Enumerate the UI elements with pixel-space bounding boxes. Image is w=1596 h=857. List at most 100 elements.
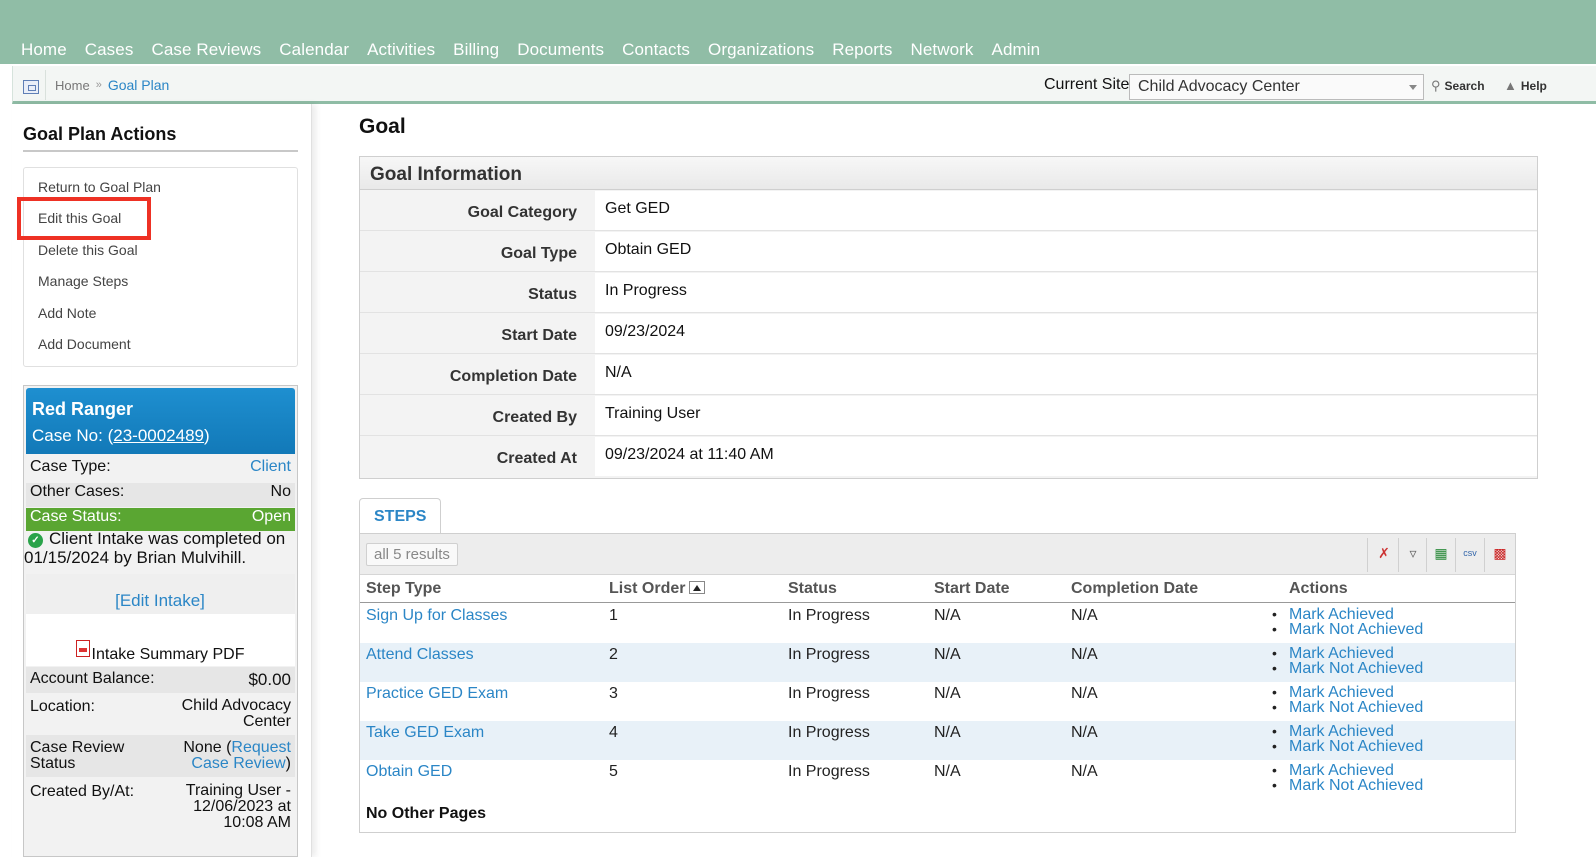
request-case-review-link-2[interactable]: Case Review: [191, 755, 285, 772]
nav-contacts[interactable]: Contacts: [622, 40, 690, 60]
filter-icon[interactable]: ▿: [1404, 544, 1422, 562]
column-completion-date[interactable]: Completion Date: [1071, 580, 1198, 598]
field-value: Get GED: [595, 191, 1537, 230]
info-row-completion-date: Completion Date N/A: [360, 355, 1537, 395]
sort-ascending-icon[interactable]: [689, 581, 706, 594]
field-label: Created By: [492, 409, 577, 426]
case-type-row: Case Type: Client: [26, 458, 295, 482]
case-card: Red Ranger Case No: (23-0002489) Case Ty…: [23, 385, 298, 857]
dashboard-icon[interactable]: [23, 80, 39, 94]
breadcrumb: Home » Goal Plan: [55, 77, 169, 93]
step-type-link[interactable]: Attend Classes: [366, 646, 474, 664]
client-name: Red Ranger: [32, 399, 134, 419]
mark-achieved-link[interactable]: Mark Achieved: [1272, 763, 1423, 779]
action-add-note[interactable]: Add Note: [38, 305, 96, 321]
goal-information-title: Goal Information: [370, 164, 522, 185]
check-icon: ✓: [28, 533, 43, 548]
location-label: Location:: [30, 698, 95, 715]
info-row-created-at: Created At 09/23/2024 at 11:40 AM: [360, 437, 1537, 477]
mark-achieved-link[interactable]: Mark Achieved: [1272, 685, 1423, 701]
nav-documents[interactable]: Documents: [517, 40, 604, 60]
help-button[interactable]: ▲ Help: [1504, 78, 1547, 93]
column-list-order[interactable]: List Order: [609, 580, 706, 598]
breadcrumb-home[interactable]: Home: [55, 78, 90, 93]
action-manage-steps[interactable]: Manage Steps: [38, 273, 128, 289]
current-site-value: Child Advocacy Center: [1138, 78, 1300, 95]
pagination-status: No Other Pages: [366, 805, 487, 822]
csv-export-icon[interactable]: csv: [1461, 544, 1479, 562]
step-actions: Mark AchievedMark Not Achieved: [1272, 763, 1423, 794]
location-line-2: Center: [242, 713, 291, 730]
step-type-link[interactable]: Sign Up for Classes: [366, 607, 507, 625]
mark-not-achieved-link[interactable]: Mark Not Achieved: [1272, 778, 1423, 794]
mark-not-achieved-link[interactable]: Mark Not Achieved: [1272, 661, 1423, 677]
edit-intake-link[interactable]: [Edit Intake]: [24, 591, 296, 611]
goal-information-panel: Goal Information Goal Category Get GED Go…: [359, 156, 1538, 479]
case-type-label: Case Type:: [30, 458, 111, 475]
nav-case-reviews[interactable]: Case Reviews: [151, 40, 261, 60]
tab-steps[interactable]: STEPS: [359, 498, 441, 534]
case-review-label-line-2: Status: [30, 755, 76, 772]
field-label: Goal Category: [467, 204, 577, 221]
case-number-close: ): [204, 426, 210, 445]
table-row: Obtain GED 5 In Progress N/A N/A Mark Ac…: [360, 760, 1515, 799]
action-delete-goal[interactable]: Delete this Goal: [38, 242, 138, 258]
excel-export-icon[interactable]: ▦: [1432, 544, 1450, 562]
nav-calendar[interactable]: Calendar: [279, 40, 349, 60]
step-type-link[interactable]: Obtain GED: [366, 763, 452, 781]
nav-reports[interactable]: Reports: [832, 40, 892, 60]
field-value: 09/23/2024: [595, 314, 1537, 353]
chevron-down-icon: [1409, 85, 1417, 90]
step-order: 1: [609, 607, 618, 624]
nav-admin[interactable]: Admin: [992, 40, 1041, 60]
created-line-3: 10:08 AM: [223, 814, 291, 831]
nav-cases[interactable]: Cases: [85, 40, 134, 60]
step-status: In Progress: [788, 724, 870, 741]
divider: [1426, 538, 1427, 572]
column-step-type[interactable]: Step Type: [366, 580, 441, 598]
table-row: Sign Up for Classes 1 In Progress N/A N/…: [360, 604, 1515, 643]
nav-activities[interactable]: Activities: [367, 40, 435, 60]
intake-text: Client Intake was completed on 01/15/202…: [24, 529, 286, 567]
mark-achieved-link[interactable]: Mark Achieved: [1272, 646, 1423, 662]
case-number-link[interactable]: 23-0002489: [113, 426, 204, 445]
step-completion-date: N/A: [1071, 724, 1098, 741]
step-type-link[interactable]: Practice GED Exam: [366, 685, 508, 703]
field-value: N/A: [595, 355, 1537, 394]
field-value: Obtain GED: [595, 232, 1537, 271]
step-order: 4: [609, 724, 618, 741]
column-list-order-label: List Order: [609, 580, 686, 597]
nav-organizations[interactable]: Organizations: [708, 40, 814, 60]
current-site-select[interactable]: Child Advocacy Center: [1129, 74, 1424, 100]
pdf-export-icon[interactable]: ▩: [1491, 544, 1509, 562]
divider: [1455, 538, 1456, 572]
nav-billing[interactable]: Billing: [453, 40, 499, 60]
steps-table-header: Step Type List Order Status Start Date C…: [360, 575, 1515, 603]
search-label: Search: [1444, 79, 1485, 93]
case-review-row: Case Review Status None (Request Case Revi…: [26, 735, 295, 777]
column-start-date[interactable]: Start Date: [934, 580, 1010, 598]
search-icon: ⚲: [1431, 78, 1441, 93]
action-add-document[interactable]: Add Document: [38, 336, 131, 352]
info-row-created-by: Created By Training User: [360, 396, 1537, 436]
action-return-to-goal-plan[interactable]: Return to Goal Plan: [38, 179, 161, 195]
nav-network[interactable]: Network: [910, 40, 973, 60]
mark-achieved-link[interactable]: Mark Achieved: [1272, 607, 1423, 623]
results-count[interactable]: all 5 results: [366, 543, 458, 566]
step-type-link[interactable]: Take GED Exam: [366, 724, 484, 742]
breadcrumb-current[interactable]: Goal Plan: [108, 77, 169, 93]
clear-filter-icon[interactable]: ✗: [1375, 544, 1393, 562]
request-case-review-link[interactable]: Request: [231, 739, 291, 756]
intake-pdf-link[interactable]: Intake Summary PDF: [24, 640, 296, 664]
mark-not-achieved-link[interactable]: Mark Not Achieved: [1272, 739, 1423, 755]
case-type-link[interactable]: Client: [250, 458, 291, 476]
nav-home[interactable]: Home: [21, 40, 67, 60]
mark-achieved-link[interactable]: Mark Achieved: [1272, 724, 1423, 740]
location-line-1: Child Advocacy: [181, 697, 291, 714]
search-button[interactable]: ⚲ Search: [1431, 78, 1485, 94]
column-status[interactable]: Status: [788, 580, 837, 598]
mark-not-achieved-link[interactable]: Mark Not Achieved: [1272, 700, 1423, 716]
help-label: Help: [1520, 78, 1547, 93]
step-actions: Mark AchievedMark Not Achieved: [1272, 607, 1423, 638]
mark-not-achieved-link[interactable]: Mark Not Achieved: [1272, 622, 1423, 638]
